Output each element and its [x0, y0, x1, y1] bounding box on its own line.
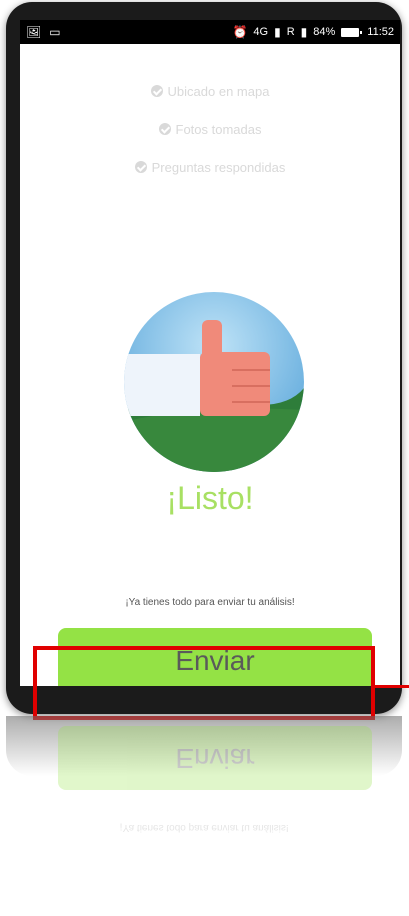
checklist: Ubicado en mapa Fotos tomadas Preguntas …	[20, 72, 400, 186]
check-circle-icon	[134, 161, 147, 173]
done-title: ¡Listo!	[166, 480, 254, 516]
checklist-label: Ubicado en mapa	[167, 83, 270, 99]
alarm-icon: ⏰	[232, 25, 248, 39]
phone-reflection: Enviar ¡Ya tienes todo para enviar tu an…	[6, 716, 402, 916]
network-type: 4G	[253, 26, 269, 38]
signal-2-icon: ▮	[300, 25, 308, 39]
battery-icon	[341, 27, 363, 37]
app-screen: Ubicado en mapa Fotos tomadas Preguntas …	[20, 44, 400, 686]
screenshot: 🖼 ▭ ⏰ 4G ▮ R ▮ 84% 11:52 Ubicado en mapa…	[0, 0, 409, 911]
image-notification-icon: 🖼	[26, 25, 42, 39]
carrier-label: R	[286, 26, 295, 38]
checklist-label: Preguntas respondidas	[151, 159, 286, 175]
battery-percent: 84%	[313, 26, 336, 38]
status-bar: 🖼 ▭ ⏰ 4G ▮ R ▮ 84% 11:52	[20, 20, 400, 44]
checklist-item-questions: Preguntas respondidas	[20, 148, 400, 186]
highlight-box	[33, 646, 375, 720]
clock: 11:52	[367, 26, 394, 38]
thumbs-up-icon	[124, 292, 304, 472]
thumbs-up-illustration	[124, 292, 304, 472]
check-circle-icon	[158, 123, 171, 135]
highlight-pointer-line	[375, 685, 409, 688]
done-subtitle: ¡Ya tienes todo para enviar tu análisis!	[125, 597, 295, 608]
checklist-item-map: Ubicado en mapa	[20, 72, 400, 110]
checklist-label: Fotos tomadas	[175, 121, 262, 137]
check-circle-icon	[150, 85, 163, 97]
signal-icon: ▮	[274, 25, 281, 39]
reflection-subtitle: ¡Ya tienes todo para enviar tu análisis!	[119, 822, 289, 833]
checklist-item-photos: Fotos tomadas	[20, 110, 400, 148]
tray-notification-icon: ▭	[49, 25, 61, 39]
reflection-send-button: Enviar	[58, 726, 372, 790]
